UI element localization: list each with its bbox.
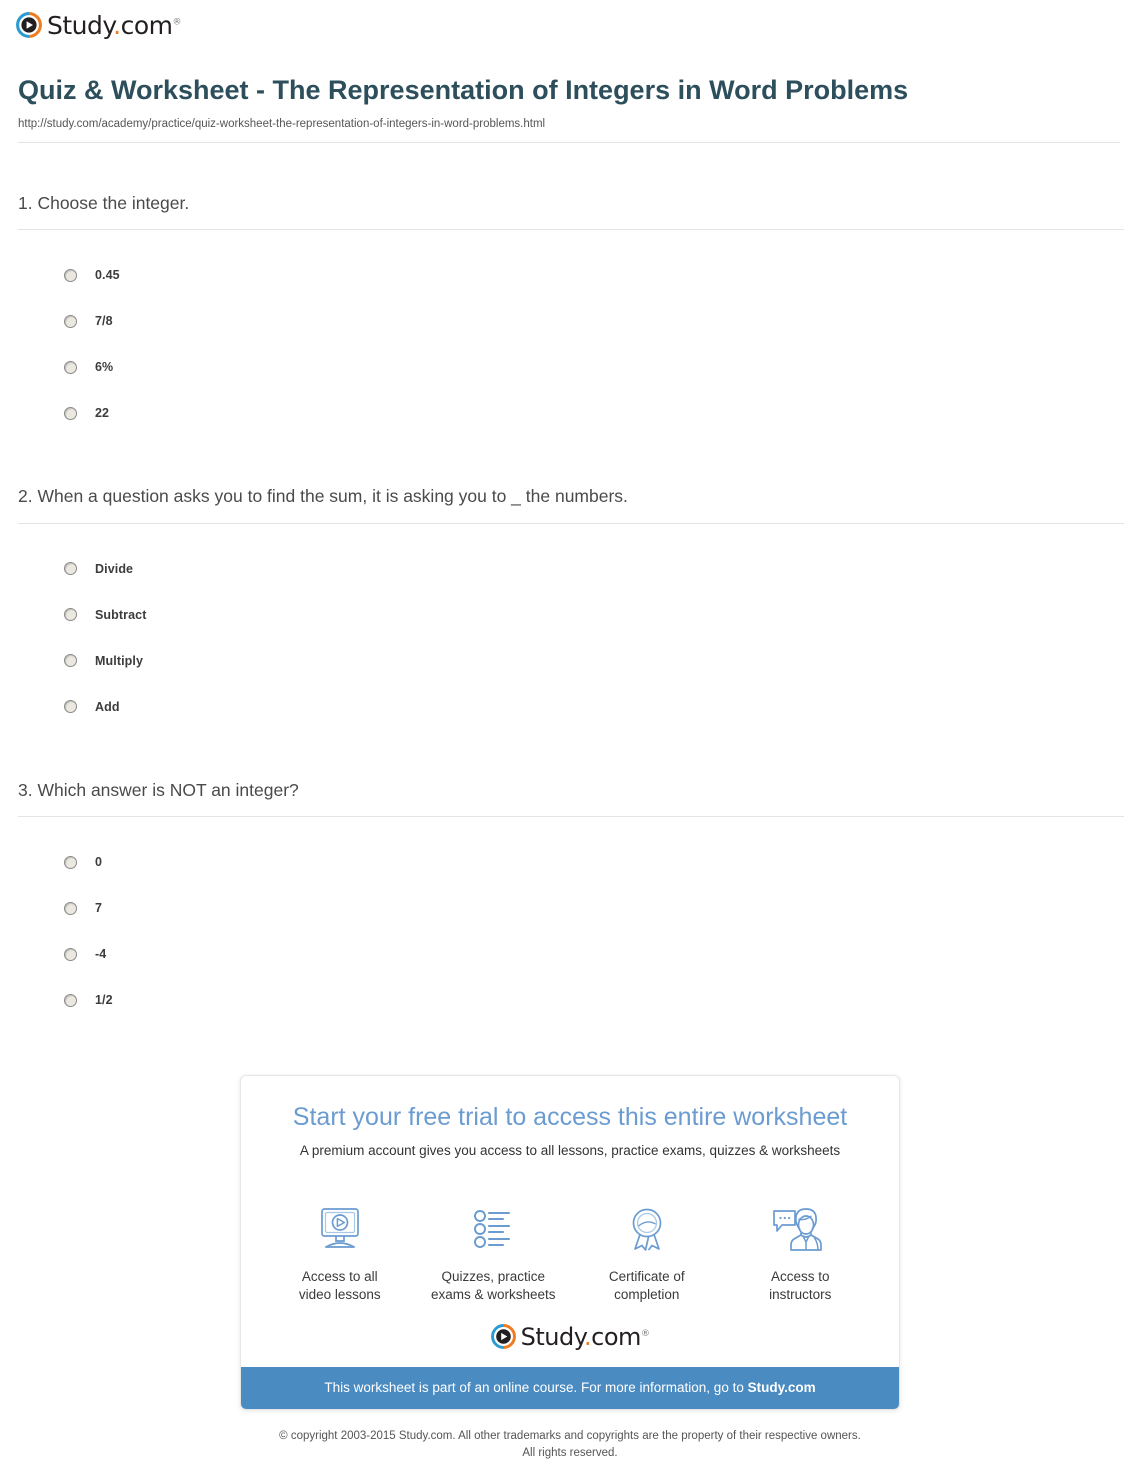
feature-video-lessons: Access to all video lessons	[265, 1204, 415, 1304]
answer-option-label: 1/2	[95, 993, 113, 1008]
feature-label-line1: Access to	[770, 1268, 830, 1284]
feature-label: Access to all video lessons	[265, 1268, 415, 1304]
feature-certificate: Certificate of completion	[572, 1204, 722, 1304]
answer-option[interactable]: 1/2	[18, 977, 1124, 1023]
feature-label: Quizzes, practice exams & worksheets	[419, 1268, 569, 1304]
answer-option-label: 0	[95, 855, 103, 870]
radio-button-icon[interactable]	[64, 654, 77, 668]
feature-label: Certificate of completion	[572, 1268, 722, 1304]
answer-option[interactable]: -4	[18, 931, 1124, 977]
answer-option-label: Divide	[95, 561, 134, 576]
answer-option[interactable]: 6%	[18, 344, 1124, 390]
radio-button-icon[interactable]	[64, 855, 77, 869]
award-ribbon-icon	[572, 1204, 722, 1256]
questions-list: 1. Choose the integer. 0.45 7/8 6% 22 2.…	[0, 143, 1140, 1024]
copyright-footer: © copyright 2003-2015 Study.com. All oth…	[0, 1410, 1140, 1461]
feature-label-line2: video lessons	[298, 1287, 381, 1303]
logo-wordmark: Study.com®	[521, 1325, 650, 1349]
answer-option[interactable]: 22	[18, 390, 1124, 436]
promo-study-com-logo[interactable]: Study.com®	[241, 1308, 899, 1367]
answer-option[interactable]: 7	[18, 885, 1124, 931]
radio-button-icon[interactable]	[64, 993, 77, 1007]
question-text: 1. Choose the integer.	[18, 192, 190, 213]
feature-label-line2: completion	[614, 1287, 680, 1303]
logo-wordmark: Study.com®	[47, 13, 181, 38]
feature-label-line2: instructors	[769, 1287, 832, 1303]
logo-trademark: ®	[640, 1328, 650, 1339]
free-trial-promo-card: Start your free trial to access this ent…	[240, 1075, 900, 1411]
document-header: Quiz & Worksheet - The Representation of…	[0, 48, 1140, 143]
logo-trademark: ®	[172, 17, 181, 28]
copyright-line-1: © copyright 2003-2015 Study.com. All oth…	[279, 1430, 861, 1443]
answer-option-label: 6%	[95, 360, 114, 375]
top-logo-bar: Study.com®	[0, 0, 1140, 48]
source-url: http://study.com/academy/practice/quiz-w…	[18, 117, 546, 130]
radio-button-icon[interactable]	[64, 360, 77, 374]
radio-button-icon[interactable]	[64, 947, 77, 961]
answer-option-label: 7/8	[95, 314, 113, 329]
answer-options: Divide Subtract Multiply Add	[18, 524, 1124, 730]
study-play-logo-icon	[16, 12, 42, 38]
answer-option-label: 0.45	[95, 268, 120, 283]
checklist-icon	[419, 1204, 569, 1256]
promo-banner-text: This worksheet is part of an online cour…	[324, 1380, 748, 1396]
feature-label-line1: Quizzes, practice	[441, 1268, 546, 1284]
logo-word-study: Study	[520, 1322, 585, 1351]
answer-option-label: -4	[95, 947, 107, 962]
logo-word-study: Study	[47, 10, 114, 40]
study-com-logo[interactable]: Study.com®	[16, 12, 181, 38]
promo-body: Start your free trial to access this ent…	[241, 1076, 899, 1176]
feature-label-line1: Access to all	[301, 1268, 378, 1284]
answer-option[interactable]: Subtract	[18, 592, 1124, 638]
page-title: Quiz & Worksheet - The Representation of…	[18, 75, 909, 105]
question-block: 3. Which answer is NOT an integer? 0 7 -…	[18, 730, 1124, 1024]
question-text: 3. Which answer is NOT an integer?	[18, 779, 299, 800]
radio-button-icon[interactable]	[64, 314, 77, 328]
logo-word-com: com	[120, 10, 173, 40]
promo-subtitle: A premium account gives you access to al…	[299, 1143, 841, 1159]
answer-option-label: Multiply	[95, 653, 144, 668]
answer-option-label: Subtract	[95, 607, 147, 622]
answer-options: 0 7 -4 1/2	[18, 817, 1124, 1023]
copyright-line-2: All rights reserved.	[522, 1447, 618, 1460]
radio-button-icon[interactable]	[64, 901, 77, 915]
answer-option[interactable]: Add	[18, 684, 1124, 730]
radio-button-icon[interactable]	[64, 608, 77, 622]
promo-title: Start your free trial to access this ent…	[292, 1103, 848, 1132]
radio-button-icon[interactable]	[64, 406, 77, 420]
promo-card-wrapper: Start your free trial to access this ent…	[0, 1075, 1140, 1411]
answer-option[interactable]: 0.45	[18, 252, 1124, 298]
answer-option[interactable]: 7/8	[18, 298, 1124, 344]
radio-button-icon[interactable]	[64, 268, 77, 282]
feature-label-line1: Certificate of	[608, 1268, 685, 1284]
logo-dot: .	[113, 10, 121, 40]
feature-label-line2: exams & worksheets	[430, 1287, 556, 1303]
question-text: 2. When a question asks you to find the …	[18, 486, 628, 507]
feature-quizzes-worksheets: Quizzes, practice exams & worksheets	[419, 1204, 569, 1304]
answer-option-label: Add	[95, 699, 120, 714]
promo-banner[interactable]: This worksheet is part of an online cour…	[241, 1367, 899, 1410]
feature-label: Access to instructors	[726, 1268, 876, 1304]
answer-option[interactable]: Divide	[18, 546, 1124, 592]
study-com-logo[interactable]: Study.com®	[490, 1324, 650, 1350]
feature-instructors: Access to instructors	[726, 1204, 876, 1304]
answer-option[interactable]: Multiply	[18, 638, 1124, 684]
promo-banner-link[interactable]: Study.com	[748, 1380, 816, 1395]
radio-button-icon[interactable]	[64, 700, 77, 714]
logo-word-com: com	[591, 1322, 641, 1351]
answer-option-label: 7	[95, 901, 103, 916]
study-play-logo-icon	[490, 1324, 516, 1350]
question-block: 1. Choose the integer. 0.45 7/8 6% 22	[18, 143, 1124, 437]
answer-option[interactable]: 0	[18, 839, 1124, 885]
answer-options: 0.45 7/8 6% 22	[18, 230, 1124, 436]
promo-features: Access to all video lessons Quizzes, pra…	[241, 1176, 899, 1308]
instructor-chat-icon	[726, 1204, 876, 1256]
radio-button-icon[interactable]	[64, 562, 77, 576]
question-block: 2. When a question asks you to find the …	[18, 436, 1124, 730]
answer-option-label: 22	[95, 406, 110, 421]
video-monitor-icon	[265, 1204, 415, 1256]
